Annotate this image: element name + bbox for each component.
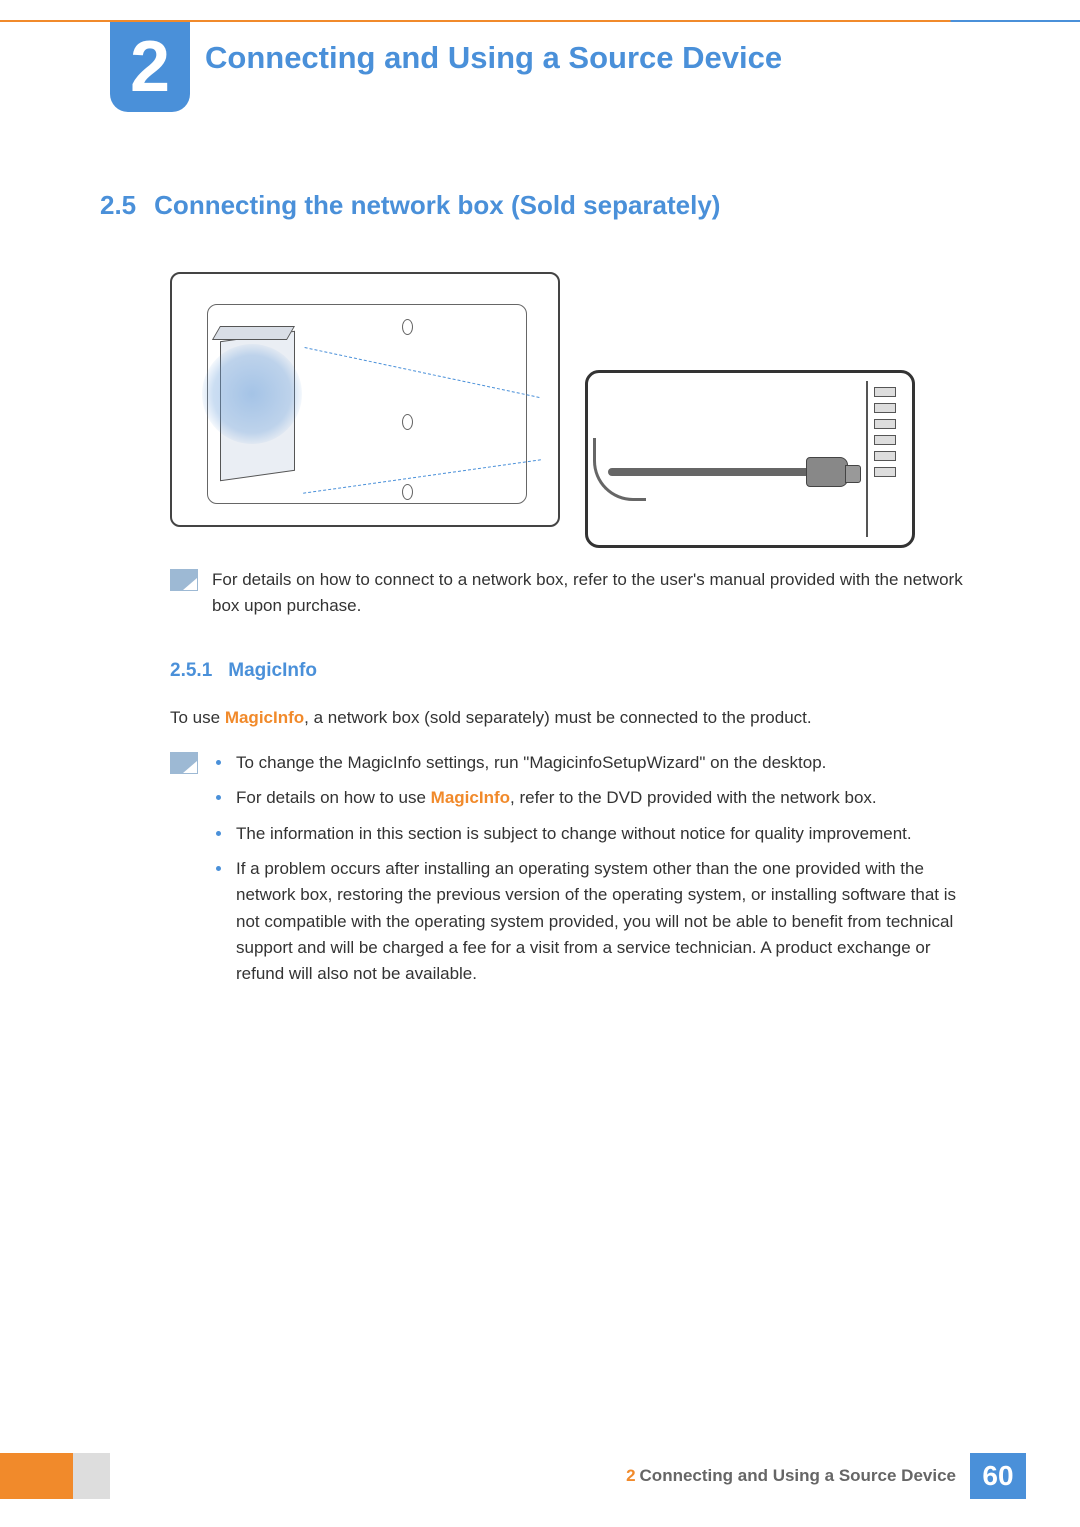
footer-breadcrumb: 2 Connecting and Using a Source Device <box>110 1453 970 1499</box>
subsection-number: 2.5.1 <box>170 660 212 682</box>
chapter-title: Connecting and Using a Source Device <box>205 40 782 76</box>
cable-illustration <box>608 468 813 476</box>
chapter-number: 2 <box>130 31 170 103</box>
bullet-note-block: To change the MagicInfo settings, run "M… <box>170 750 970 997</box>
mount-hole <box>402 414 413 430</box>
para-pre: To use <box>170 708 225 727</box>
chapter-badge: 2 <box>110 22 190 112</box>
section-title: Connecting the network box (Sold separat… <box>154 190 720 221</box>
intro-paragraph: To use MagicInfo, a network box (sold se… <box>170 705 960 731</box>
display-rear-panel <box>170 272 560 527</box>
port-panel <box>866 381 902 537</box>
section-number: 2.5 <box>100 190 136 221</box>
list-item: To change the MagicInfo settings, run "M… <box>212 750 970 776</box>
page-footer: 2 Connecting and Using a Source Device 6… <box>0 1453 1080 1499</box>
port <box>874 435 896 445</box>
list-item: For details on how to use MagicInfo, ref… <box>212 785 970 811</box>
note-icon <box>170 752 198 774</box>
mount-hole <box>402 319 413 335</box>
note-text: For details on how to connect to a netwo… <box>212 567 970 618</box>
cable-connector <box>806 457 848 487</box>
port <box>874 419 896 429</box>
footer-end-gap <box>1026 1453 1080 1499</box>
magicinfo-term: MagicInfo <box>431 788 510 807</box>
connector-detail-view <box>585 370 915 548</box>
section-heading: 2.5 Connecting the network box (Sold sep… <box>100 190 720 221</box>
port <box>874 403 896 413</box>
list-item: The information in this section is subje… <box>212 821 970 847</box>
note-block: For details on how to connect to a netwo… <box>170 567 970 618</box>
page-number: 60 <box>970 1453 1026 1499</box>
stripe-gray <box>73 1453 110 1499</box>
bullet-list: To change the MagicInfo settings, run "M… <box>212 750 970 997</box>
network-box-top <box>212 326 295 340</box>
b2-pre: For details on how to use <box>236 788 431 807</box>
list-item: If a problem occurs after installing an … <box>212 856 970 988</box>
port <box>874 451 896 461</box>
highlight-circle <box>202 344 302 444</box>
note-icon <box>170 569 198 591</box>
port <box>874 467 896 477</box>
stripe-orange <box>0 1453 73 1499</box>
connection-diagram <box>170 260 930 555</box>
footer-chapter-num: 2 <box>626 1466 635 1486</box>
para-post: , a network box (sold separately) must b… <box>304 708 811 727</box>
mount-hole <box>402 484 413 500</box>
subsection-title: MagicInfo <box>228 660 317 682</box>
footer-stripe <box>0 1453 110 1499</box>
footer-chapter-title: Connecting and Using a Source Device <box>640 1466 956 1486</box>
subsection-heading: 2.5.1 MagicInfo <box>170 660 317 682</box>
port <box>874 387 896 397</box>
b2-post: , refer to the DVD provided with the net… <box>510 788 877 807</box>
magicinfo-term: MagicInfo <box>225 708 304 727</box>
